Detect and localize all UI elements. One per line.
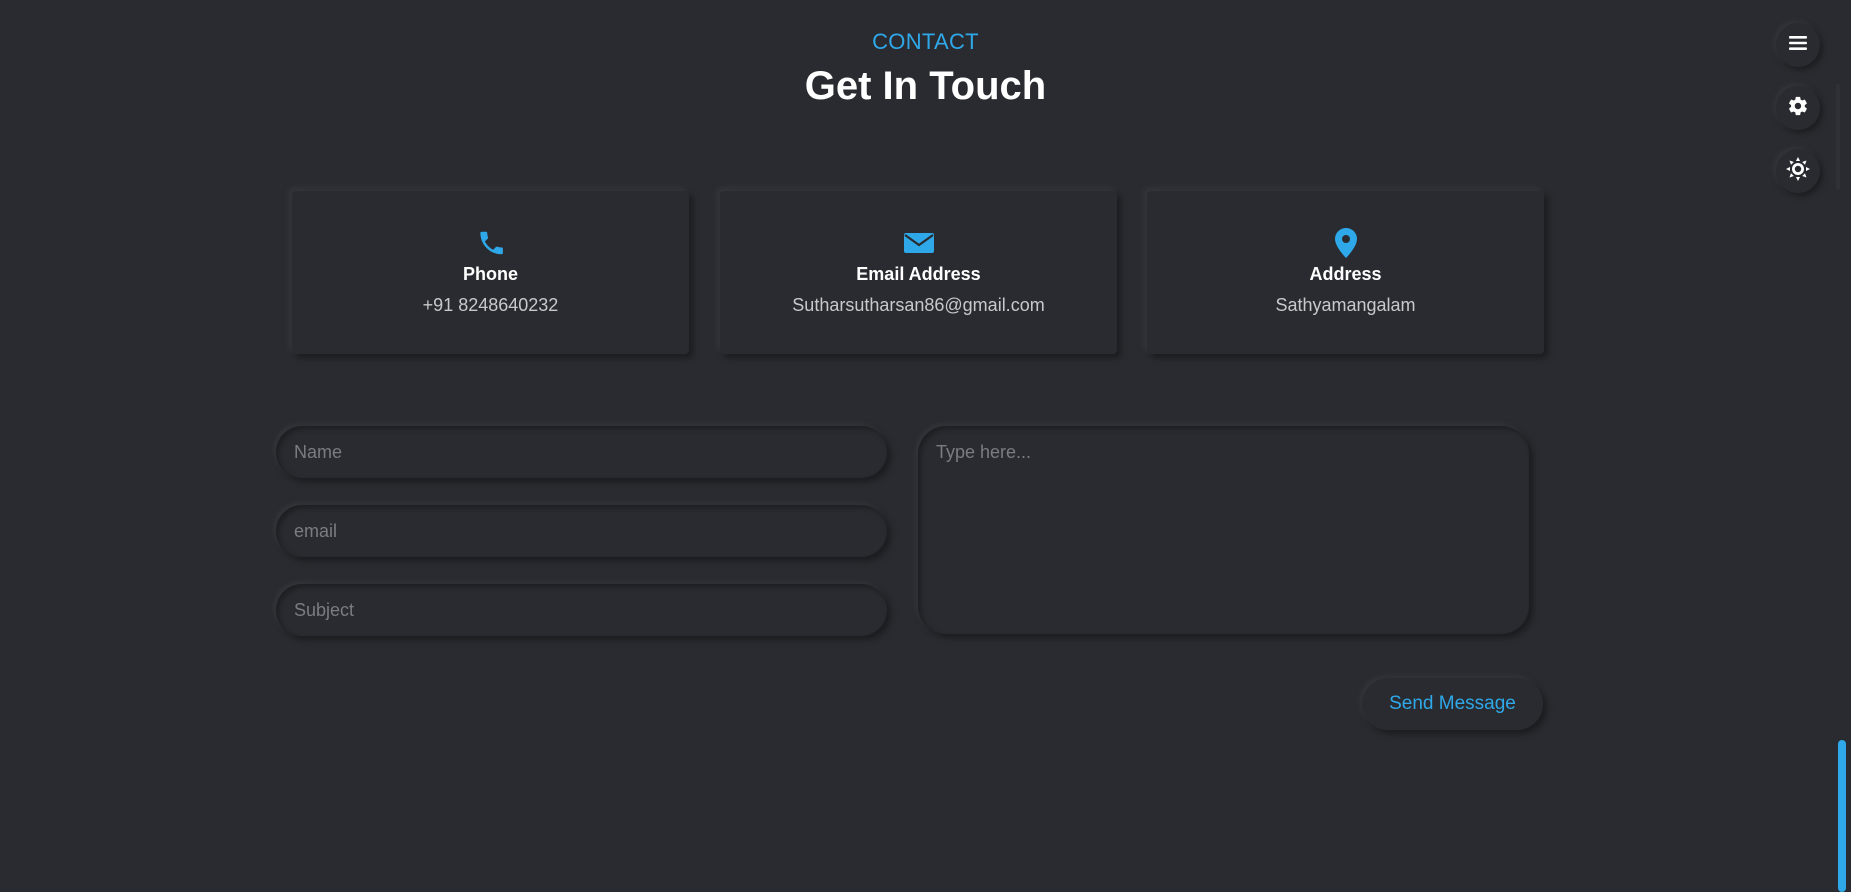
email-card: Email Address Sutharsutharsan86@gmail.co… xyxy=(720,191,1117,354)
email-input[interactable] xyxy=(276,505,887,557)
scrollbar-thumb[interactable] xyxy=(1838,740,1846,892)
email-value: Sutharsutharsan86@gmail.com xyxy=(792,295,1045,315)
menu-button[interactable] xyxy=(1776,23,1820,67)
section-eyebrow: CONTACT xyxy=(872,29,979,54)
hamburger-menu-icon xyxy=(1789,35,1807,55)
contact-page: CONTACT Get In Touch Phone +91 824864023… xyxy=(0,0,1851,892)
email-title: Email Address xyxy=(856,264,981,284)
subject-input[interactable] xyxy=(276,584,887,636)
send-message-button[interactable]: Send Message xyxy=(1362,678,1543,730)
phone-value: +91 8248640232 xyxy=(422,295,559,315)
scrollbar-track[interactable] xyxy=(1836,84,1840,190)
message-textarea[interactable] xyxy=(918,426,1529,634)
address-value: Sathyamangalam xyxy=(1275,295,1416,315)
phone-icon xyxy=(292,227,689,259)
map-pin-icon xyxy=(1147,227,1544,259)
theme-toggle-button[interactable] xyxy=(1776,149,1820,193)
sun-icon xyxy=(1786,157,1810,185)
name-input[interactable] xyxy=(276,426,887,478)
envelope-icon xyxy=(720,227,1117,259)
settings-button[interactable] xyxy=(1776,86,1820,130)
gear-icon xyxy=(1787,95,1809,121)
address-card: Address Sathyamangalam xyxy=(1147,191,1544,354)
address-title: Address xyxy=(1309,264,1382,284)
phone-card: Phone +91 8248640232 xyxy=(292,191,689,354)
section-title: Get In Touch xyxy=(804,64,1047,108)
phone-title: Phone xyxy=(462,264,518,284)
